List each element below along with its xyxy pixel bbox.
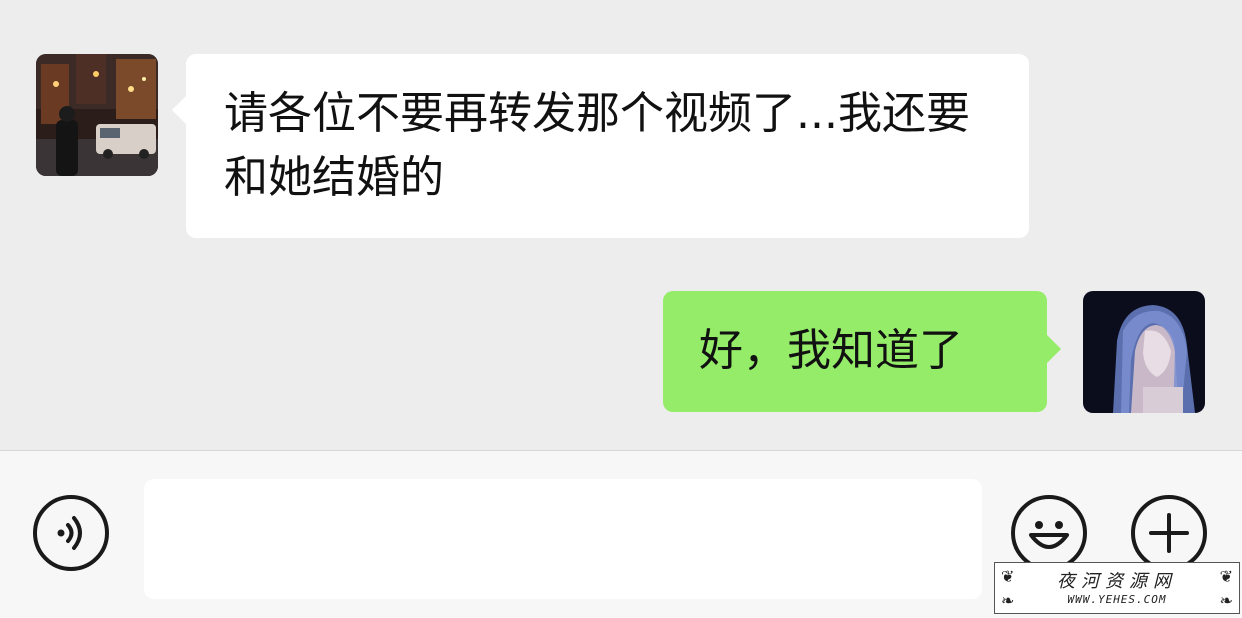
message-input[interactable] — [144, 479, 982, 599]
night-street-photo — [36, 54, 158, 176]
site-watermark: ❦ ❦ ❧ ❧ 夜河资源网 WWW.YEHES.COM — [994, 562, 1240, 614]
outgoing-message-text: 好，我知道了 — [699, 325, 963, 376]
chat-area: 请各位不要再转发那个视频了...我还要和她结婚的 好，我知道了 — [0, 0, 1242, 450]
emoji-button[interactable] — [1011, 495, 1087, 571]
more-button[interactable] — [1131, 495, 1207, 571]
plus-icon — [1149, 513, 1189, 553]
girl-portrait-photo — [1083, 291, 1205, 413]
watermark-url: WWW.YEHES.COM — [1067, 593, 1167, 606]
bubble-tail — [1047, 335, 1061, 363]
my-avatar[interactable] — [1083, 291, 1205, 413]
contact-avatar[interactable] — [36, 54, 158, 176]
outgoing-message-bubble[interactable]: 好，我知道了 — [663, 291, 1061, 412]
smiley-icon — [1029, 521, 1069, 549]
incoming-message-bubble[interactable]: 请各位不要再转发那个视频了...我还要和她结婚的 — [172, 54, 1029, 238]
voice-button[interactable] — [33, 495, 109, 571]
voice-icon — [57, 516, 82, 550]
bubble-tail — [172, 96, 186, 124]
watermark-title: 夜河资源网 — [1057, 571, 1177, 592]
incoming-message-text: 请各位不要再转发那个视频了...我还要和她结婚的 — [224, 88, 970, 203]
